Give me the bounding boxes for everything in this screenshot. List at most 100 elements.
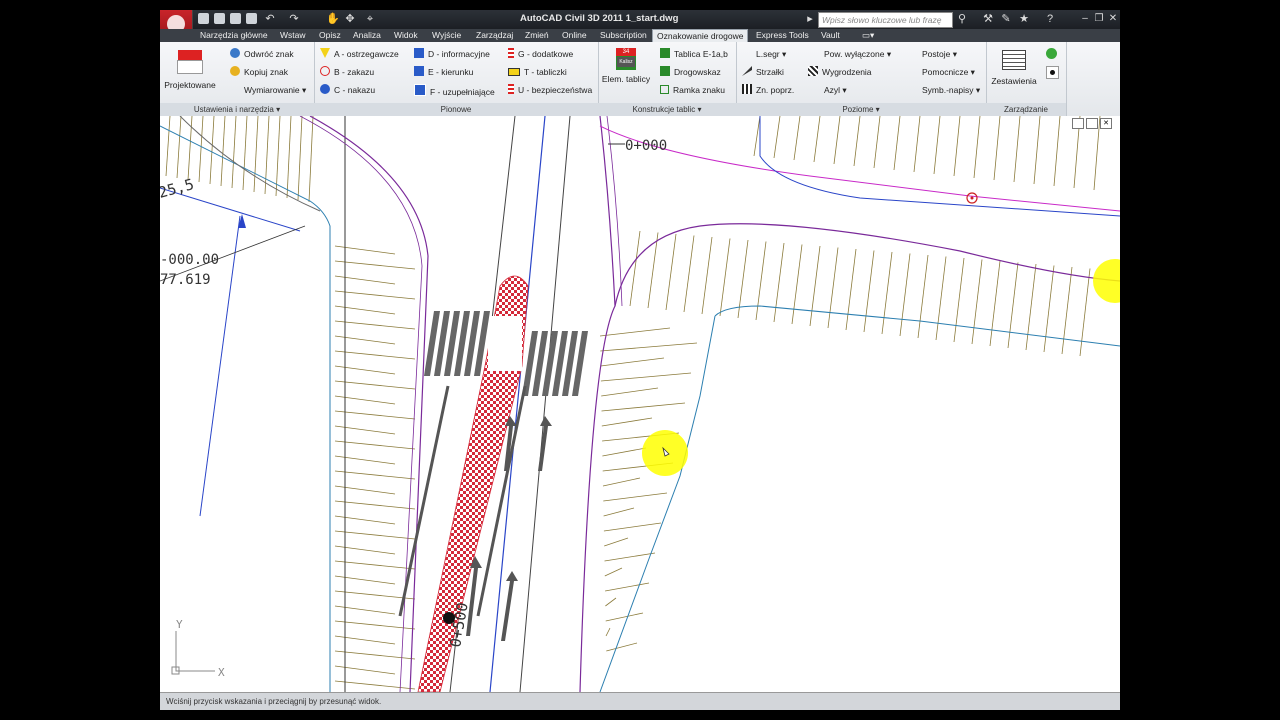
arrow-right-turn-1 <box>538 416 552 471</box>
tab-wstaw[interactable]: Wstaw <box>276 29 310 42</box>
hatch-tick <box>334 440 416 450</box>
favorites-icon[interactable]: ★ <box>1018 13 1030 25</box>
ramka-znaku-button[interactable]: Ramka znaku <box>660 84 725 96</box>
sign-e-button[interactable]: E - kierunku <box>414 66 473 78</box>
tab-oznakowanie-drogowe[interactable]: Oznakowanie drogowe <box>652 29 749 42</box>
help-icon[interactable]: ? <box>1044 13 1056 25</box>
redo-icon[interactable]: ↷ <box>288 13 300 25</box>
hatch-tick <box>334 275 396 285</box>
viewport-minimize-button[interactable] <box>1072 118 1084 129</box>
tab-narzedzia-glowne[interactable]: Narzędzia główne <box>196 29 272 42</box>
hatch-tick <box>264 116 270 195</box>
hatch-tick <box>231 116 237 189</box>
hatch-tick <box>1025 263 1037 351</box>
hatch-tick <box>863 250 875 333</box>
panel-title-konstrukcje[interactable]: Konstrukcje tablic ▾ <box>598 103 736 116</box>
search-input[interactable]: Wpisz słowo kluczowe lub frazę <box>818 12 953 28</box>
tab-analiza[interactable]: Analiza <box>349 29 385 42</box>
hatch-tick <box>913 116 921 173</box>
odwroc-znak-button[interactable]: Odwróć znak <box>230 48 294 60</box>
tab-widok[interactable]: Widok <box>390 29 422 42</box>
postoje-dropdown[interactable]: Postoje ▾ <box>922 48 957 60</box>
projektowane-button[interactable]: Projektowane <box>164 46 216 90</box>
hatch-tick <box>1013 116 1021 183</box>
sign-u-button[interactable]: U - bezpieczeństwa <box>508 84 592 96</box>
barrier-icon <box>808 66 818 76</box>
workspace-icon[interactable]: ⌖ <box>364 13 376 25</box>
panel-title-poziome[interactable]: Poziome ▾ <box>736 103 986 116</box>
drogowskaz-button[interactable]: Drogowskaz <box>660 66 721 78</box>
sign-f-button[interactable]: F - uzupełniające <box>414 84 495 97</box>
tablica-e1ab-button[interactable]: Tablica E-1a,b <box>660 48 728 60</box>
tab-express-tools[interactable]: Express Tools <box>752 29 813 42</box>
strzalki-button[interactable]: Strzałki <box>742 66 784 78</box>
elem-tablicy-button[interactable]: 34 Kalisz Elem. tablicy <box>600 46 652 84</box>
dot-icon[interactable] <box>1046 66 1059 79</box>
zn-poprz-button[interactable]: Zn. poprz. <box>742 84 794 96</box>
coord-label-2: 77.619 <box>160 272 211 288</box>
lsegr-dropdown[interactable]: L.segr ▾ <box>756 48 786 60</box>
minimize-button[interactable]: – <box>1078 12 1092 26</box>
open-icon[interactable] <box>214 13 225 24</box>
hatch-tick <box>334 575 396 585</box>
wygrodzenia-button[interactable]: Wygrodzenia <box>808 66 872 78</box>
hatch-tick <box>334 365 396 375</box>
pan-icon[interactable]: ✋ <box>326 13 340 25</box>
sign-c-button[interactable]: C - nakazu <box>320 84 375 96</box>
kopiuj-znak-button[interactable]: Kopiuj znak <box>230 66 288 78</box>
zoom-icon[interactable]: ✥ <box>344 13 356 25</box>
binoculars-icon[interactable]: ⚲ <box>956 13 968 25</box>
restore-button[interactable]: ❐ <box>1092 12 1106 26</box>
hatch-tick <box>719 238 731 317</box>
hatch-tick <box>993 116 1001 181</box>
tab-zarzadzaj[interactable]: Zarządzaj <box>472 29 517 42</box>
copy-sign-icon <box>230 66 240 76</box>
pow-wylaczone-dropdown[interactable]: Pow. wyłączone ▾ <box>824 48 891 60</box>
sign-b-button[interactable]: B - zakazu <box>320 66 374 78</box>
hatch-tick <box>853 116 861 167</box>
tab-subscription[interactable]: Subscription <box>596 29 651 42</box>
viewport-restore-button[interactable] <box>1086 118 1098 129</box>
hatch-tick <box>1043 265 1055 353</box>
tab-wyjscie[interactable]: Wyjście <box>428 29 465 42</box>
print-icon[interactable] <box>246 13 257 24</box>
viewport-close-button[interactable]: ✕ <box>1100 118 1112 129</box>
wymiarowanie-dropdown[interactable]: Wymiarowanie ▾ <box>244 84 306 96</box>
close-button[interactable]: ✕ <box>1106 12 1120 26</box>
save-icon[interactable] <box>230 13 241 24</box>
hatch-tick <box>935 256 947 341</box>
pomocnicze-dropdown[interactable]: Pomocnicze ▾ <box>922 66 975 78</box>
hatch-tick <box>308 116 314 203</box>
hatch-tick <box>683 235 695 313</box>
search-arrow-icon[interactable]: ▸ <box>804 13 816 25</box>
sign-t-button[interactable]: T - tabliczki <box>508 66 567 78</box>
hatch-tick <box>1061 266 1073 355</box>
sign-d-button[interactable]: D - informacyjne <box>414 48 490 60</box>
hatch-tick <box>601 387 659 397</box>
tab-online[interactable]: Online <box>558 29 591 42</box>
zestawienia-button[interactable]: Zestawienia <box>988 48 1040 86</box>
tab-vault[interactable]: Vault <box>817 29 844 42</box>
communication-icon[interactable]: ✎ <box>1000 13 1012 25</box>
symb-napisy-dropdown[interactable]: Symb.-napisy ▾ <box>922 84 980 96</box>
azyl-dropdown[interactable]: Azyl ▾ <box>824 84 847 96</box>
panel-title-ustawienia[interactable]: Ustawienia i narzędzia ▾ <box>160 103 314 116</box>
tab-zmien[interactable]: Zmień <box>521 29 553 42</box>
undo-icon[interactable]: ↶ <box>264 13 276 25</box>
panel-pionowe: A - ostrzegawcze B - zakazu C - nakazu D… <box>314 42 599 116</box>
coord-label-1: -000.00 <box>160 252 219 268</box>
sign-a-button[interactable]: A - ostrzegawcze <box>320 48 399 60</box>
hatch-tick <box>665 233 677 311</box>
drawing-area[interactable]: 0+000 25,5 -000.00 77.619 0+500 Y X ✕ <box>160 116 1120 692</box>
tools-icon[interactable]: ⚒ <box>982 13 994 25</box>
new-icon[interactable] <box>198 13 209 24</box>
autocad-window: ↶ ↷ ✋ ✥ ⌖ AutoCAD Civil 3D 2011 1_start.… <box>160 10 1120 710</box>
hatch-tick <box>334 290 416 300</box>
sign-g-button[interactable]: G - dodatkowe <box>508 48 573 60</box>
hatch-tick <box>603 522 662 532</box>
panel-title-pionowe: Pionowe <box>314 103 598 116</box>
ribbon-minimize-icon[interactable]: ▭▾ <box>858 29 878 42</box>
hatch-tick <box>791 244 803 325</box>
tab-opisz[interactable]: Opisz <box>315 29 345 42</box>
check-icon[interactable] <box>1046 48 1057 59</box>
